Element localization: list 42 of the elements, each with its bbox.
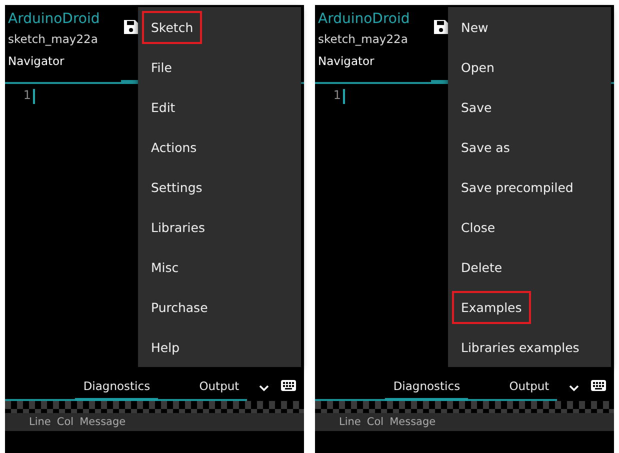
- menu-item[interactable]: New: [452, 10, 498, 44]
- menu-item[interactable]: File: [142, 50, 181, 84]
- menu-item[interactable]: Actions: [142, 130, 206, 164]
- menu-item[interactable]: Sketch: [142, 10, 202, 44]
- column-header: Col: [366, 416, 384, 428]
- menu-item[interactable]: Save: [452, 90, 501, 124]
- menu-item[interactable]: Edit: [142, 90, 184, 124]
- column-header: Message: [390, 416, 436, 428]
- navigator-tab[interactable]: Navigator: [318, 54, 374, 69]
- menu-item[interactable]: Libraries: [142, 210, 214, 244]
- menu-item[interactable]: Help: [142, 330, 188, 364]
- app-title: ArduinoDroid: [318, 11, 410, 29]
- line-number: 1: [332, 88, 342, 102]
- line-number: 1: [22, 88, 32, 102]
- sketch-name: sketch_may22a: [8, 32, 98, 48]
- menu-item[interactable]: Delete: [452, 250, 512, 284]
- column-header: Message: [80, 416, 126, 428]
- menu-item[interactable]: Close: [452, 210, 504, 244]
- menu-item[interactable]: Examples: [452, 290, 531, 324]
- sketch-name: sketch_may22a: [318, 32, 408, 48]
- app-title: ArduinoDroid: [8, 11, 100, 29]
- column-header: Line: [29, 416, 51, 428]
- menu-item[interactable]: Libraries examples: [452, 330, 588, 364]
- caret-icon[interactable]: [259, 385, 269, 392]
- caret-icon[interactable]: [569, 385, 579, 392]
- panel-tab[interactable]: Output: [501, 374, 557, 402]
- column-header: Col: [56, 416, 74, 428]
- menu-item[interactable]: Misc: [142, 250, 188, 284]
- text-cursor: [343, 89, 345, 104]
- text-cursor: [33, 89, 35, 104]
- keyboard-icon[interactable]: [591, 380, 606, 391]
- navigator-tab[interactable]: Navigator: [8, 54, 64, 69]
- menu-item[interactable]: Purchase: [142, 290, 217, 324]
- menu-item[interactable]: Save as: [452, 130, 519, 164]
- menu-item[interactable]: Save precompiled: [452, 170, 582, 204]
- menu-item[interactable]: Open: [452, 50, 504, 84]
- menu-item[interactable]: Settings: [142, 170, 212, 204]
- save-icon[interactable]: [433, 19, 449, 35]
- panel-tab[interactable]: Output: [191, 374, 247, 402]
- save-icon[interactable]: [123, 19, 139, 35]
- keyboard-icon[interactable]: [281, 380, 296, 391]
- column-header: Line: [339, 416, 361, 428]
